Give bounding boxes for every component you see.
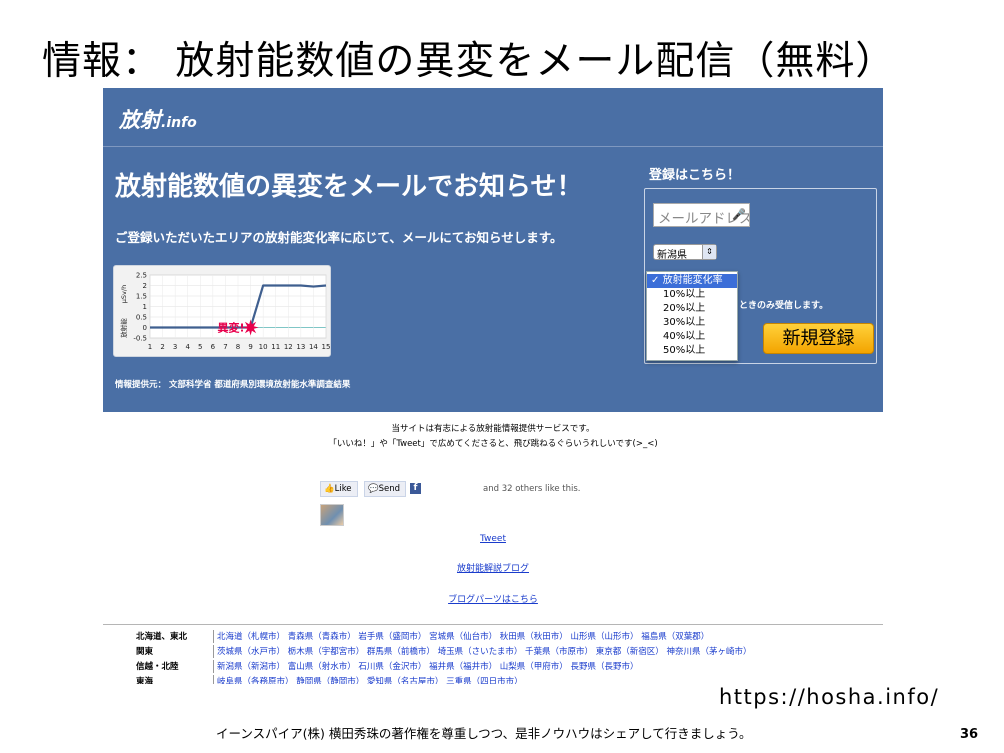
y-tick-label: 0.5	[136, 314, 147, 322]
logo-text: 放射	[119, 108, 161, 132]
prefecture-select[interactable]: 新潟県 ⇕	[653, 244, 717, 261]
facebook-icon[interactable]: f	[410, 483, 421, 494]
x-tick-label: 14	[309, 343, 318, 351]
region-name: 東海	[136, 677, 154, 684]
x-tick-label: 1	[148, 343, 152, 351]
x-tick-label: 13	[296, 343, 305, 351]
radiation-chart: 2.5 2 1.5 1 0.5 0 -0.5 1 2 3 4 5 6 7 8 9 10 11 12 13 14 15 μSv…	[113, 265, 331, 357]
region-row: 北海道、東北 北海道（札幌市） 青森県（青森市） 岩手県（盛岡市） 宮城県（仙台…	[103, 630, 883, 644]
site-url: https://hosha.info/	[719, 685, 940, 709]
x-tick-label: 2	[160, 343, 164, 351]
x-tick-label: 9	[248, 343, 252, 351]
prefecture-value: 新潟県	[657, 250, 687, 261]
site-logo[interactable]: 放射.info	[119, 104, 197, 134]
chart-svg: 2.521.510.50-0.51 2 3 4 5 6 7 8 9 10 11 12 13 14 15μSv…	[119, 272, 331, 352]
microphone-icon[interactable]: 🎤	[732, 208, 746, 221]
y-tick-label: 1.5	[136, 293, 147, 301]
logo-suffix: .info	[161, 115, 197, 131]
x-tick-label: 5	[198, 343, 202, 351]
site-info-line2: 「いいね！」や「Tweet」で広めてくださると、飛び跳ねるぐらいうれしいです(>…	[328, 439, 658, 449]
region-name: 関東	[136, 647, 154, 657]
region-row: 関東 茨城県（水戸市） 栃木県（宇都宮市） 群馬県（前橋市） 埼玉県（さいたま市…	[103, 645, 883, 659]
send-label: Send	[378, 484, 401, 494]
dropdown-option-selected[interactable]: ✓ 放射能変化率	[647, 274, 737, 288]
speech-bubble-icon: 💬	[368, 484, 379, 494]
region-name: 北海道、東北	[136, 632, 188, 642]
region-separator	[213, 645, 214, 658]
change-rate-dropdown[interactable]: ✓ 放射能変化率 10%以上 20%以上 30%以上 40%以上 50%以上	[646, 271, 738, 361]
x-tick-label: 3	[173, 343, 177, 351]
registration-title: 登録はこちら！	[649, 168, 741, 183]
region-separator	[213, 660, 214, 673]
y-tick-label: 2	[143, 282, 147, 290]
y-tick-label: 2.5	[136, 272, 147, 280]
dropdown-option[interactable]: 20%以上	[647, 302, 737, 316]
y-tick-label: 1	[143, 303, 147, 311]
x-tick-label: 6	[211, 343, 216, 351]
dropdown-option[interactable]: 30%以上	[647, 316, 737, 330]
check-icon: ✓	[651, 275, 660, 286]
x-tick-label: 7	[223, 343, 227, 351]
y-axis-label: 放射能	[119, 318, 128, 338]
x-tick-label: 10	[259, 343, 268, 351]
blog-parts-link[interactable]: ブログパーツはこちら	[103, 592, 883, 605]
header-divider	[103, 146, 883, 147]
x-tick-label: 8	[236, 343, 240, 351]
x-tick-label: 15	[322, 343, 331, 351]
hero-banner: 放射.info 放射能数値の異変をメールでお知らせ！ ご登録いただいたエリアの放…	[103, 88, 883, 412]
data-credit: 情報提供元： 文部科学省 都道府県別環境放射能水準調査結果	[115, 380, 351, 390]
blog-link[interactable]: 放射能解説ブログ	[103, 561, 883, 574]
y-tick-label: -0.5	[133, 335, 147, 343]
dropdown-option[interactable]: 40%以上	[647, 330, 737, 344]
region-separator	[213, 630, 214, 643]
region-name: 信越・北陸	[136, 662, 179, 672]
x-tick-label: 12	[284, 343, 293, 351]
email-input[interactable]: メールアドレス 🎤	[653, 203, 750, 227]
like-label: Like	[334, 484, 352, 494]
hero-subline: ご登録いただいたエリアの放射能変化率に応じて、メールにてお知らせします。	[115, 230, 563, 245]
slide-title: 情報： 放射能数値の異変をメール配信（無料）	[42, 39, 896, 84]
region-prefecture-links[interactable]: 北海道（札幌市） 青森県（青森市） 岩手県（盛岡市） 宮城県（仙台市） 秋田県（…	[217, 630, 709, 642]
region-row: 信越・北陸 新潟県（新潟市） 富山県（射水市） 石川県（金沢市） 福井県（福井市…	[103, 660, 883, 674]
x-tick-label: 11	[271, 343, 280, 351]
website-screenshot: 放射.info 放射能数値の異変をメールでお知らせ！ ご登録いただいたエリアの放…	[103, 88, 883, 684]
select-arrows-icon: ⇕	[702, 245, 716, 259]
friend-avatar[interactable]	[320, 504, 344, 526]
facebook-send-button[interactable]: 💬Send	[364, 481, 406, 497]
dropdown-option[interactable]: 10%以上	[647, 288, 737, 302]
x-tick-label: 4	[185, 343, 190, 351]
slide-footer: イーンスパイア(株) 横田秀珠の著作権を尊重しつつ、是非ノウハウはシェアして行き…	[216, 726, 752, 741]
dropdown-option[interactable]: 50%以上	[647, 344, 737, 358]
region-separator	[213, 675, 214, 684]
page-number: 36	[960, 727, 979, 742]
region-divider	[103, 624, 883, 625]
region-prefecture-links[interactable]: 新潟県（新潟市） 富山県（射水市） 石川県（金沢市） 福井県（福井市） 山梨県（…	[217, 660, 639, 672]
y-axis-unit: μSv/h	[120, 285, 128, 303]
site-info-line1: 当サイトは有志による放射能情報提供サービスです。	[391, 424, 595, 434]
thumbs-up-icon: 👍	[324, 484, 335, 494]
option-label: 放射能変化率	[662, 275, 723, 286]
tweet-link[interactable]: Tweet	[103, 534, 883, 544]
facebook-like-button[interactable]: 👍Like	[320, 481, 358, 497]
region-prefecture-links[interactable]: 茨城県（水戸市） 栃木県（宇都宮市） 群馬県（前橋市） 埼玉県（さいたま市） 千…	[217, 645, 751, 657]
receive-note: ときのみ受信します。	[739, 301, 829, 311]
region-row: 東海 岐阜県（各務原市） 静岡県（静岡市） 愛知県（名古屋市） 三重県（四日市市…	[103, 675, 883, 684]
like-count-text: and 32 others like this.	[483, 484, 581, 494]
registration-panel: メールアドレス 🎤 新潟県 ⇕ ときのみ受信します。 ✓ 放射能変化率 10%以…	[644, 188, 877, 364]
alert-annotation-label: 異変!	[218, 321, 245, 335]
region-prefecture-links[interactable]: 岐阜県（各務原市） 静岡県（静岡市） 愛知県（名古屋市） 三重県（四日市市）	[217, 675, 523, 684]
register-button[interactable]: 新規登録	[763, 323, 874, 354]
hero-headline: 放射能数値の異変をメールでお知らせ！	[115, 172, 583, 202]
y-tick-label: 0	[143, 324, 147, 332]
